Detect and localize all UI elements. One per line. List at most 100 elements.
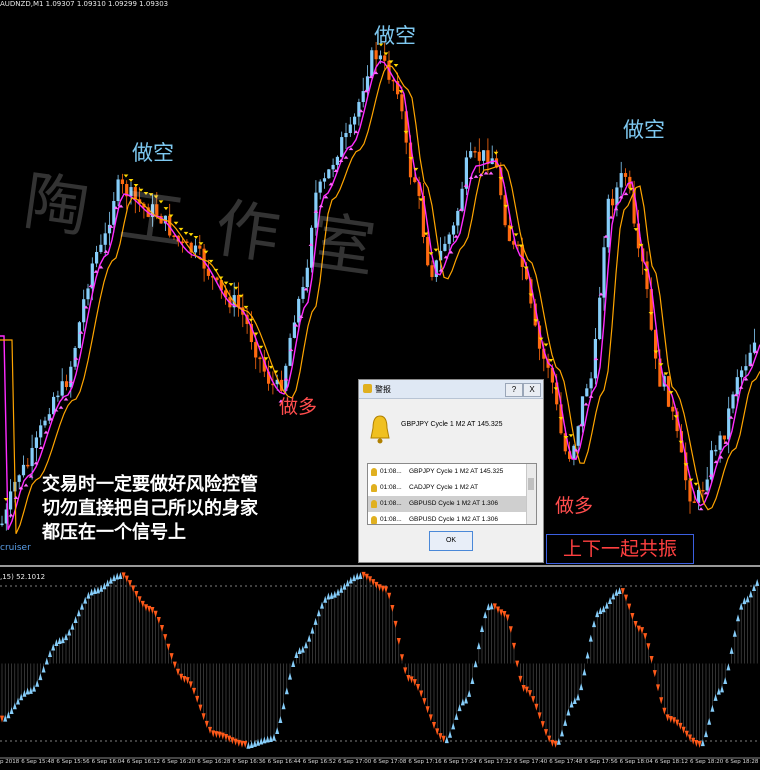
oscillator-mark <box>748 590 753 598</box>
signal-arrow <box>58 405 64 409</box>
oscillator-mark <box>32 684 36 692</box>
list-item[interactable]: 01:08... CADJPY Cycle 1 M2 AT 85.7129999… <box>368 480 526 507</box>
candle-body <box>572 445 576 459</box>
candle-body <box>701 489 705 492</box>
oscillator-mark <box>512 642 516 650</box>
oscillator-mark <box>736 614 740 622</box>
close-button[interactable]: X <box>523 383 541 397</box>
oscillator-mark <box>281 702 286 710</box>
oscillator-mark <box>70 622 75 630</box>
time-axis-label: 6 Sep 17:00 <box>338 759 372 765</box>
signal-arrow <box>23 483 29 487</box>
oscillator-mark <box>502 610 507 618</box>
candle-body <box>727 408 731 440</box>
oscillator-mark <box>668 716 673 724</box>
signal-arrow <box>568 434 574 438</box>
oscillator-mark <box>473 660 478 668</box>
risk-line: 都压在一个信号上 <box>42 522 186 543</box>
candle-body <box>301 287 305 299</box>
candle-body <box>714 449 718 452</box>
candle-body <box>365 76 370 92</box>
time-axis-label: 6 Sep 16:44 <box>267 759 301 765</box>
candle-body <box>623 173 628 177</box>
oscillator-mark <box>108 576 113 584</box>
oscillator-mark <box>656 684 660 692</box>
alert-time: 01:08... <box>380 468 402 475</box>
bell-icon <box>370 415 390 444</box>
candle-body <box>619 173 623 188</box>
oscillator-mark <box>659 697 664 705</box>
oscillator-mark <box>624 594 628 602</box>
oscillator-mark <box>137 596 142 604</box>
bell-icon <box>371 500 377 508</box>
alert-message: GBPJPY Cycle 1 M2 AT 145.325 <box>401 421 503 428</box>
oscillator-mark <box>35 679 40 687</box>
oscillator-mark <box>396 637 401 645</box>
candle-body <box>95 251 99 264</box>
time-axis-label: 6 Sep 16:04 <box>91 759 125 765</box>
oscillator-mark <box>51 643 56 651</box>
oscillator-mark <box>560 729 564 737</box>
oscillator-mark <box>678 722 683 730</box>
oscillator-mark <box>544 729 548 737</box>
oscillator-mark <box>9 707 14 715</box>
list-item[interactable]: 01:08... GBPJPY Cycle 1 M2 AT 145.325 <box>368 464 526 480</box>
oscillator-mark <box>518 675 523 683</box>
oscillator-mark <box>662 707 667 715</box>
alert-text: GBPUSD Cycle 1 M2 AT 1.306 <box>409 500 498 507</box>
candle-body <box>477 151 481 161</box>
list-item[interactable]: 01:08... GBPUSD Cycle 1 M2 AT 1.306 <box>368 496 526 512</box>
oscillator-mark <box>307 634 312 642</box>
oscillator-mark <box>224 734 228 742</box>
dialog-title-bar[interactable]: 警报 ? X <box>359 380 543 399</box>
candle-body <box>447 234 451 244</box>
oscillator-mark <box>83 596 88 604</box>
oscillator-mark <box>28 686 33 694</box>
oscillator-mark <box>592 620 596 628</box>
candle-body <box>744 366 748 371</box>
oscillator-mark <box>464 696 468 704</box>
oscillator-mark <box>422 698 427 706</box>
oscillator-mark <box>646 643 651 651</box>
candle-body <box>430 265 434 277</box>
oscillator-mark <box>6 711 11 719</box>
oscillator-mark <box>585 651 590 659</box>
oscillator-mark <box>700 739 705 747</box>
candle-body <box>383 55 387 61</box>
candle-body <box>456 210 460 226</box>
list-item[interactable]: 01:08... GBPUSD Cycle 1 M2 AT 1.306 <box>368 512 526 524</box>
signal-arrow <box>63 397 69 401</box>
candle-body <box>580 396 585 427</box>
oscillator-mark <box>419 690 424 698</box>
candle-body <box>0 523 4 526</box>
oscillator-mark <box>96 586 100 594</box>
oscillator-mark <box>588 634 593 642</box>
candle-body <box>451 225 456 235</box>
oscillator-mark <box>576 693 580 701</box>
oscillator-mark <box>563 718 568 726</box>
oscillator-histogram <box>1 575 758 745</box>
oscillator-mark <box>435 728 440 736</box>
candle-body <box>26 464 30 467</box>
oscillator-mark <box>460 698 465 706</box>
candle-body <box>611 198 615 206</box>
oscillator-mark <box>601 605 606 613</box>
help-button[interactable]: ? <box>505 383 523 397</box>
ok-button[interactable]: OK <box>429 531 473 551</box>
signal-arrow <box>698 507 704 511</box>
oscillator-mark <box>409 676 414 684</box>
oscillator-mark <box>604 601 609 609</box>
oscillator-mark <box>579 683 584 691</box>
scrollbar-thumb[interactable] <box>528 478 534 490</box>
alert-history-list[interactable]: 01:08... GBPJPY Cycle 1 M2 AT 145.325 01… <box>367 463 537 525</box>
candle-body <box>9 491 13 510</box>
oscillator-mark <box>54 638 59 646</box>
oscillator-mark <box>608 597 612 604</box>
oscillator-mark <box>441 735 446 743</box>
alert-dialog[interactable]: 警报 ? X GBPJPY Cycle 1 M2 AT 145.325 01:0… <box>358 379 544 563</box>
oscillator-mark <box>89 588 94 596</box>
oscillator-mark <box>476 642 481 650</box>
oscillator-mark <box>566 708 571 716</box>
list-scrollbar[interactable] <box>526 464 536 524</box>
oscillator-mark <box>163 634 168 642</box>
